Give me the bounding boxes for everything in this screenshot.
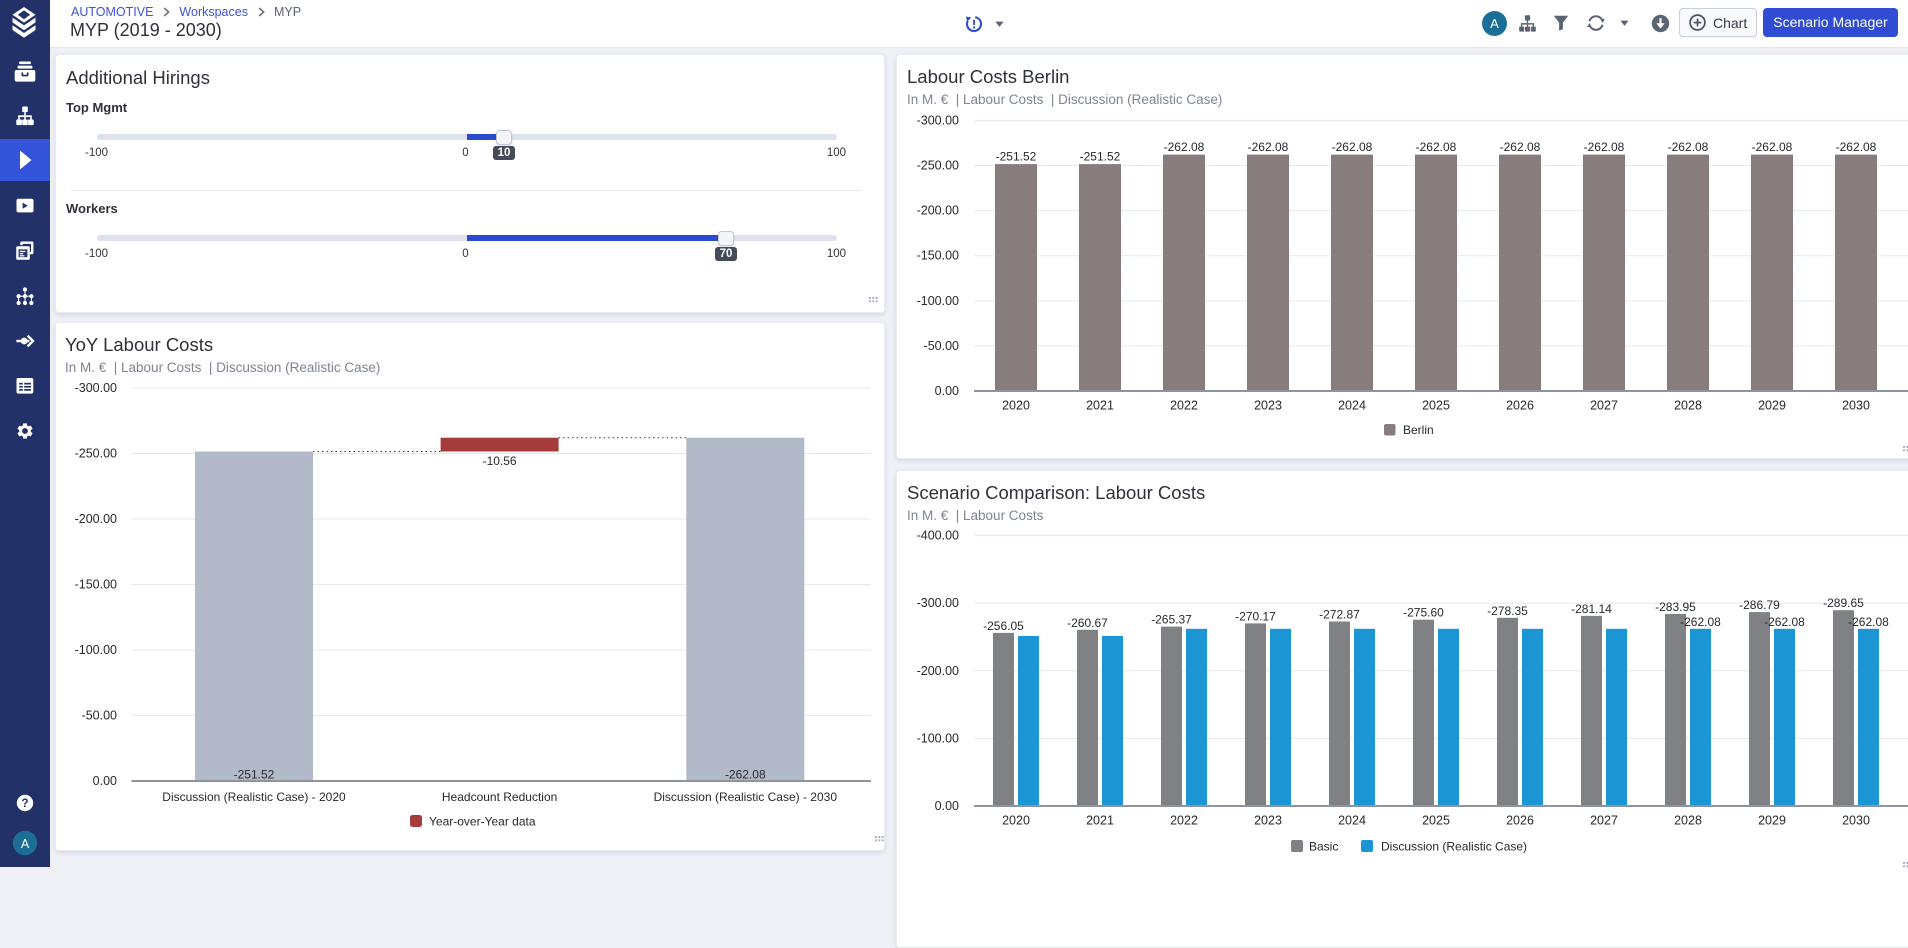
svg-text:-265.37: -265.37 <box>1151 613 1192 627</box>
svg-text:-50.00: -50.00 <box>82 709 117 723</box>
svg-text:-275.60: -275.60 <box>1403 606 1444 620</box>
svg-text:-100.00: -100.00 <box>917 731 959 745</box>
svg-text:2022: 2022 <box>1170 399 1198 413</box>
svg-text:-262.08: -262.08 <box>1500 140 1541 154</box>
svg-text:-300.00: -300.00 <box>917 596 959 610</box>
svg-text:-251.52: -251.52 <box>234 768 275 782</box>
svg-text:-300.00: -300.00 <box>75 381 117 395</box>
svg-text:-400.00: -400.00 <box>917 529 959 543</box>
svg-text:-262.08: -262.08 <box>1164 140 1205 154</box>
svg-text:2023: 2023 <box>1254 399 1282 413</box>
svg-text:-200.00: -200.00 <box>917 664 959 678</box>
svg-text:0.00: 0.00 <box>935 384 959 398</box>
svg-text:2027: 2027 <box>1590 814 1618 828</box>
svg-text:-250.00: -250.00 <box>75 447 117 461</box>
svg-text:-289.65: -289.65 <box>1823 596 1864 610</box>
svg-text:-286.79: -286.79 <box>1739 598 1780 612</box>
svg-text:Headcount Reduction: Headcount Reduction <box>442 790 557 804</box>
svg-text:-251.52: -251.52 <box>1080 150 1121 164</box>
svg-text:2020: 2020 <box>1002 814 1030 828</box>
svg-text:0.00: 0.00 <box>93 774 117 788</box>
svg-text:2028: 2028 <box>1674 814 1702 828</box>
svg-text:-262.08: -262.08 <box>1848 615 1889 629</box>
svg-text:-100.00: -100.00 <box>917 294 959 308</box>
svg-text:2025: 2025 <box>1422 399 1450 413</box>
svg-text:-300.00: -300.00 <box>917 113 959 127</box>
svg-text:2026: 2026 <box>1506 399 1534 413</box>
svg-text:Basic: Basic <box>1309 840 1338 854</box>
svg-text:-262.08: -262.08 <box>1584 140 1625 154</box>
svg-text:-260.67: -260.67 <box>1067 616 1108 630</box>
svg-text:2027: 2027 <box>1590 399 1618 413</box>
svg-text:-278.35: -278.35 <box>1487 604 1528 618</box>
svg-text:-272.87: -272.87 <box>1319 608 1360 622</box>
svg-text:2022: 2022 <box>1170 814 1198 828</box>
svg-text:-262.08: -262.08 <box>1836 140 1877 154</box>
svg-text:Discussion (Realistic Case) -: Discussion (Realistic Case) - 2030 <box>654 790 838 804</box>
svg-text:-262.08: -262.08 <box>1668 140 1709 154</box>
svg-text:2030: 2030 <box>1842 399 1870 413</box>
svg-text:2024: 2024 <box>1338 814 1366 828</box>
svg-text:Berlin: Berlin <box>1403 423 1434 437</box>
svg-text:-250.00: -250.00 <box>917 159 959 173</box>
svg-text:Year-over-Year data: Year-over-Year data <box>429 815 536 829</box>
svg-text:-100.00: -100.00 <box>75 643 117 657</box>
svg-text:A: A <box>21 837 30 851</box>
svg-text:-10.56: -10.56 <box>483 454 517 468</box>
svg-text:-262.08: -262.08 <box>1752 140 1793 154</box>
svg-text:Discussion (Realistic Case) -: Discussion (Realistic Case) - 2020 <box>162 790 346 804</box>
svg-text:2028: 2028 <box>1674 399 1702 413</box>
svg-text:-262.08: -262.08 <box>1332 140 1373 154</box>
svg-text:2024: 2024 <box>1338 399 1366 413</box>
svg-text:-262.08: -262.08 <box>725 768 766 782</box>
svg-text:Discussion (Realistic Case): Discussion (Realistic Case) <box>1381 840 1527 854</box>
svg-text:2020: 2020 <box>1002 399 1030 413</box>
svg-text:-262.08: -262.08 <box>1248 140 1289 154</box>
svg-text:-200.00: -200.00 <box>75 512 117 526</box>
svg-text:-262.08: -262.08 <box>1416 140 1457 154</box>
svg-text:0.00: 0.00 <box>935 799 959 813</box>
svg-text:-150.00: -150.00 <box>917 249 959 263</box>
svg-text:-256.05: -256.05 <box>983 619 1024 633</box>
svg-text:-283.95: -283.95 <box>1655 600 1696 614</box>
svg-text:-262.08: -262.08 <box>1764 615 1805 629</box>
svg-text:2029: 2029 <box>1758 814 1786 828</box>
svg-text:2030: 2030 <box>1842 814 1870 828</box>
svg-text:-150.00: -150.00 <box>75 578 117 592</box>
svg-text:-251.52: -251.52 <box>996 150 1037 164</box>
svg-text:-50.00: -50.00 <box>924 339 959 353</box>
svg-text:-270.17: -270.17 <box>1235 609 1276 623</box>
svg-text:2021: 2021 <box>1086 399 1114 413</box>
svg-text:-281.14: -281.14 <box>1571 602 1612 616</box>
svg-text:-200.00: -200.00 <box>917 204 959 218</box>
svg-text:2023: 2023 <box>1254 814 1282 828</box>
svg-text:-262.08: -262.08 <box>1680 615 1721 629</box>
svg-text:?: ? <box>21 798 28 810</box>
svg-text:2025: 2025 <box>1422 814 1450 828</box>
svg-text:2021: 2021 <box>1086 814 1114 828</box>
svg-text:2029: 2029 <box>1758 399 1786 413</box>
svg-text:2026: 2026 <box>1506 814 1534 828</box>
